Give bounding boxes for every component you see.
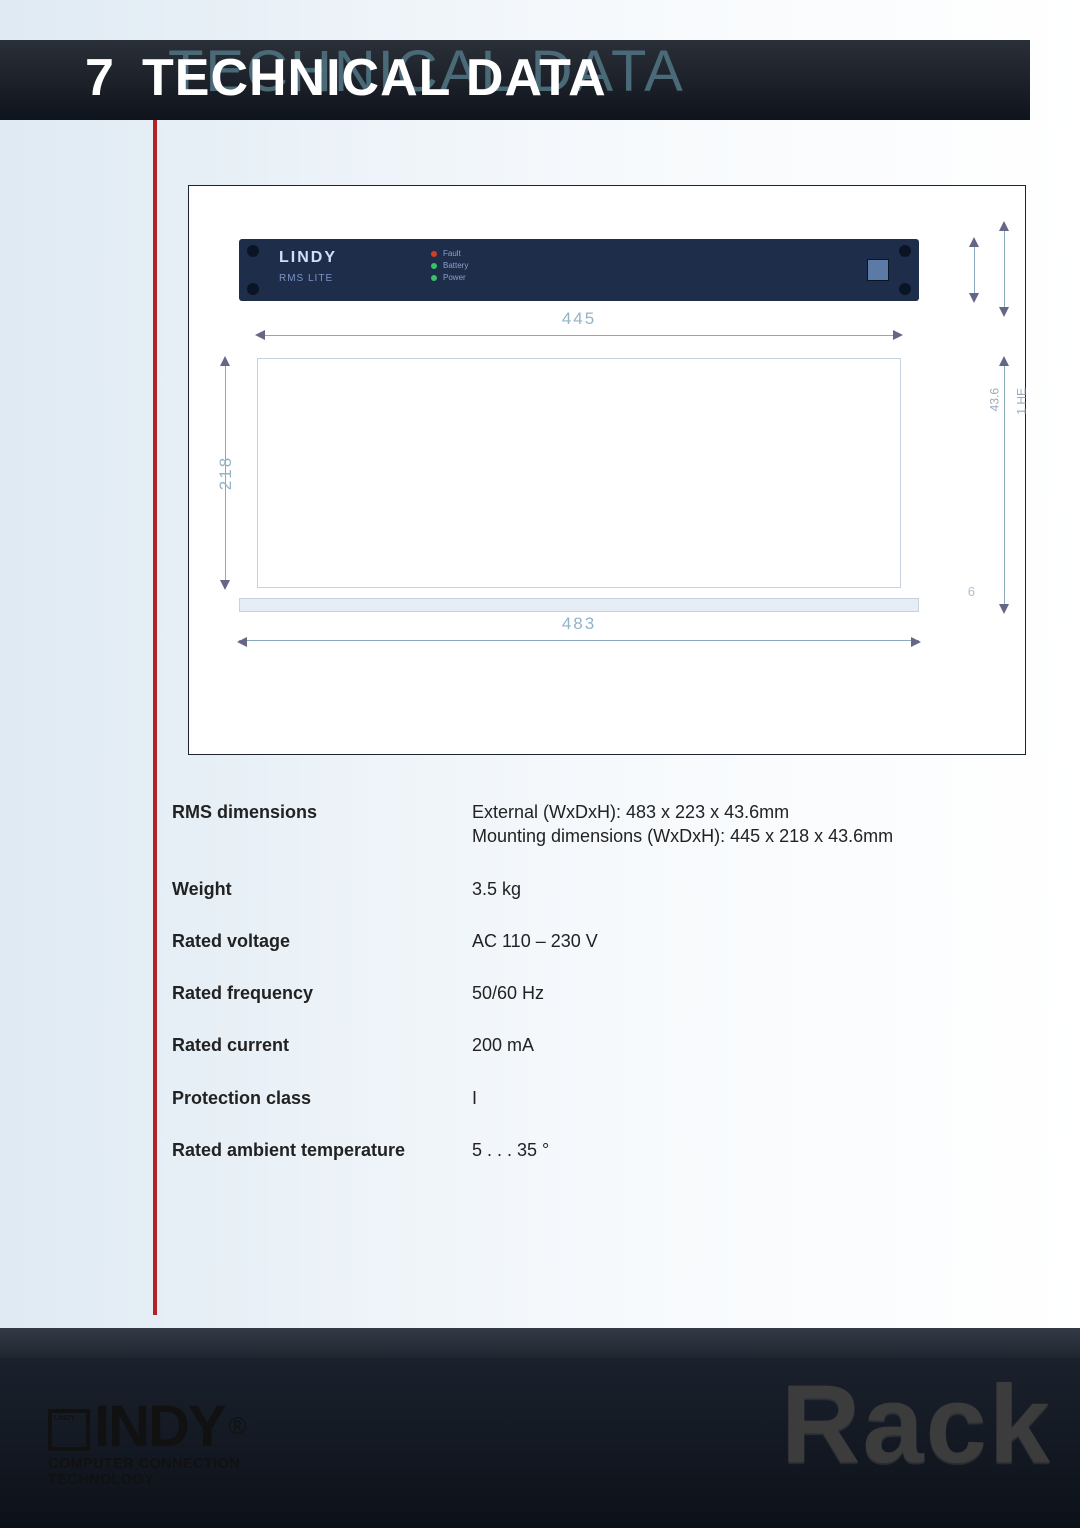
- spec-value: 200 mA: [472, 1033, 1012, 1057]
- red-vertical-rule: [153, 120, 157, 1315]
- height-inner-arrow: [965, 239, 985, 301]
- spec-value: 5 . . . 35 °: [472, 1138, 1012, 1162]
- small-dim-value: 6: [968, 584, 975, 599]
- device-top-outline: [257, 358, 901, 588]
- led-label: Power: [443, 273, 466, 282]
- logo-text: INDY®: [48, 1393, 348, 1460]
- led-label: Fault: [443, 249, 461, 258]
- led-label: Battery: [443, 261, 468, 270]
- arrow-left-icon: [237, 637, 247, 647]
- spec-label: RMS dimensions: [172, 800, 472, 823]
- height-outer-arrow: [995, 223, 1015, 315]
- depth-dimension-arrow: 218: [207, 358, 247, 588]
- led-battery-icon: [431, 263, 437, 269]
- spec-row: RMS dimensions External (WxDxH): 483 x 2…: [172, 800, 1012, 849]
- footer: Rack INDY® COMPUTER CONNECTION TECHNOLOG…: [0, 1328, 1080, 1528]
- device-brand: LINDY: [279, 249, 337, 267]
- spec-label: Rated ambient temperature: [172, 1138, 472, 1162]
- overall-depth-arrow: [995, 358, 1015, 612]
- width-inner-value: 445: [562, 309, 596, 329]
- spec-value: 50/60 Hz: [472, 981, 1012, 1005]
- device-front-panel: LINDY RMS LITE Fault Battery Power: [239, 239, 919, 301]
- logo-name: INDY: [94, 1393, 225, 1460]
- led-fault-icon: [431, 251, 437, 257]
- spec-label: Rated voltage: [172, 929, 472, 953]
- footer-category: Rack: [781, 1361, 1052, 1488]
- spec-label: Rated frequency: [172, 981, 472, 1005]
- depth-value: 218: [216, 456, 236, 490]
- arrow-right-icon: [893, 330, 903, 340]
- width-outer-dimension: 483: [239, 618, 919, 658]
- spec-row: Rated frequency 50/60 Hz: [172, 981, 1012, 1005]
- mounting-flange: [239, 598, 919, 612]
- spec-label: Weight: [172, 877, 472, 901]
- registered-icon: ®: [229, 1413, 245, 1441]
- section-number: 7: [85, 48, 115, 108]
- spec-value-line: Mounting dimensions (WxDxH): 445 x 218 x…: [472, 826, 893, 846]
- section-header: 7 TECHNICAL DATA TECHNICAL DATA: [0, 40, 1030, 120]
- device-leds: Fault Battery Power: [431, 249, 468, 285]
- logo-box-icon: [48, 1409, 90, 1451]
- spec-value: External (WxDxH): 483 x 223 x 43.6mm Mou…: [472, 800, 1012, 849]
- spec-value: AC 110 – 230 V: [472, 929, 1012, 953]
- logo-tagline: COMPUTER CONNECTION TECHNOLOGY: [48, 1456, 348, 1488]
- arrow-left-icon: [255, 330, 265, 340]
- spec-table: RMS dimensions External (WxDxH): 483 x 2…: [172, 800, 1012, 1190]
- spec-label: Protection class: [172, 1086, 472, 1110]
- width-outer-value: 483: [562, 614, 596, 634]
- footer-strip: [0, 1328, 1080, 1358]
- width-inner-dimension: 445: [257, 311, 901, 351]
- device-port-icon: [867, 259, 889, 281]
- height-outer-label: 1 HE: [1015, 388, 1029, 415]
- led-power-icon: [431, 275, 437, 281]
- spec-row: Rated voltage AC 110 – 230 V: [172, 929, 1012, 953]
- spec-value: 3.5 kg: [472, 877, 1012, 901]
- section-title: TECHNICAL DATA: [142, 48, 607, 108]
- spec-row: Protection class I: [172, 1086, 1012, 1110]
- spec-value: I: [472, 1086, 1012, 1110]
- brand-logo: INDY® COMPUTER CONNECTION TECHNOLOGY: [48, 1393, 348, 1488]
- spec-label: Rated current: [172, 1033, 472, 1057]
- arrow-right-icon: [911, 637, 921, 647]
- spec-row: Rated ambient temperature 5 . . . 35 °: [172, 1138, 1012, 1162]
- spec-row: Weight 3.5 kg: [172, 877, 1012, 901]
- spec-row: Rated current 200 mA: [172, 1033, 1012, 1057]
- device-model: RMS LITE: [279, 273, 333, 284]
- dimension-diagram: LINDY RMS LITE Fault Battery Power 1 HE …: [188, 185, 1026, 755]
- spec-value-line: External (WxDxH): 483 x 223 x 43.6mm: [472, 802, 789, 822]
